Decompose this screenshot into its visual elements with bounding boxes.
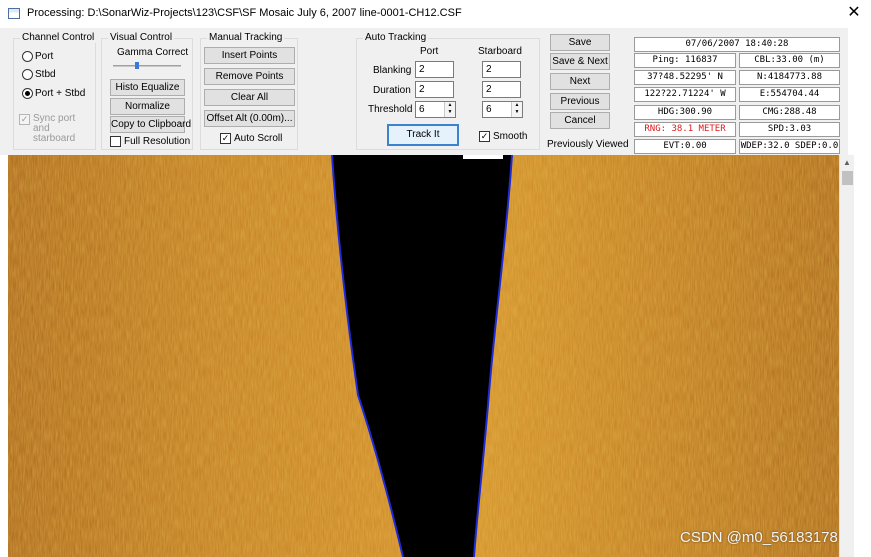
gamma-slider-thumb[interactable] — [135, 62, 139, 69]
northing-readout: N:4184773.88 — [739, 70, 840, 85]
cancel-button[interactable]: Cancel — [550, 112, 610, 129]
sync-port-starboard-checkbox[interactable]: ✓ Sync port and starboard — [19, 114, 85, 144]
radio-port[interactable]: Port — [22, 51, 53, 62]
sync-checkbox-label: Sync port and starboard — [33, 113, 76, 144]
remove-points-button[interactable]: Remove Points — [204, 68, 295, 85]
smooth-checkbox[interactable]: ✓ Smooth — [479, 131, 527, 142]
stbd-threshold-stepper[interactable]: 6 ▲ ▼ — [482, 101, 523, 118]
port-threshold-spin[interactable]: ▲ ▼ — [444, 102, 455, 117]
channel-control-label: Channel Control — [20, 32, 97, 43]
easting-readout: E:554704.44 — [739, 87, 840, 102]
previous-button[interactable]: Previous — [550, 93, 610, 110]
full-resolution-checkbox[interactable]: Full Resolution — [110, 136, 190, 147]
depth-readout: WDEP:32.0 SDEP:0.0 — [739, 139, 840, 154]
window-title: Processing: D:\SonarWiz-Projects\123\CSF… — [27, 7, 462, 19]
event-readout: EVT:0.00 — [634, 139, 736, 154]
heading-readout: HDG:300.90 — [634, 105, 736, 120]
auto-tracking-label: Auto Tracking — [363, 32, 429, 43]
threshold-label: Threshold — [368, 104, 413, 115]
gamma-correct-label: Gamma Correct — [117, 47, 189, 58]
port-duration-input[interactable]: 2 — [415, 81, 454, 98]
auto-scroll-checkbox-box[interactable]: ✓ — [220, 133, 231, 144]
course-made-good-readout: CMG:288.48 — [739, 105, 840, 120]
close-window-button[interactable]: ✕ — [843, 3, 865, 25]
radio-stbd[interactable]: Stbd — [22, 69, 56, 80]
latitude-readout: 37?48.52295' N — [634, 70, 736, 85]
histo-equalize-button[interactable]: Histo Equalize — [110, 79, 185, 96]
scroll-up-icon[interactable]: ▲ — [843, 158, 851, 167]
visual-control-label: Visual Control — [108, 32, 175, 43]
offset-altitude-button[interactable]: Offset Alt (0.00m)... — [204, 110, 295, 127]
scrollbar-thumb[interactable] — [842, 171, 853, 185]
sonar-waterfall-view[interactable] — [8, 155, 839, 557]
radio-port-stbd-label: Port + Stbd — [35, 88, 86, 99]
radio-stbd-label: Stbd — [35, 69, 56, 80]
spin-up-icon[interactable]: ▲ — [512, 102, 522, 109]
port-blanking-input[interactable]: 2 — [415, 61, 454, 78]
stbd-threshold-spin[interactable]: ▲ ▼ — [511, 102, 522, 117]
gamma-slider-track[interactable] — [113, 65, 181, 67]
range-readout: RNG: 38.1 METER — [634, 122, 736, 137]
full-resolution-checkbox-box[interactable] — [110, 136, 121, 147]
save-button[interactable]: Save — [550, 34, 610, 51]
copy-to-clipboard-button[interactable]: Copy to Clipboard — [110, 116, 191, 133]
previously-viewed-label: Previously Viewed — [547, 139, 629, 150]
window-right-edge — [854, 28, 871, 557]
next-button[interactable]: Next — [550, 73, 610, 90]
track-it-button[interactable]: Track It — [387, 124, 459, 146]
app-window-icon — [8, 8, 20, 19]
auto-scroll-checkbox[interactable]: ✓ Auto Scroll — [220, 133, 282, 144]
radio-port-label: Port — [35, 51, 54, 62]
track-marker — [463, 155, 503, 159]
stbd-blanking-input[interactable]: 2 — [482, 61, 521, 78]
radio-port-indicator[interactable] — [22, 51, 33, 62]
auto-scroll-label: Auto Scroll — [234, 133, 283, 144]
normalize-button[interactable]: Normalize — [110, 98, 185, 115]
radio-stbd-indicator[interactable] — [22, 69, 33, 80]
starboard-column-header: Starboard — [478, 46, 522, 57]
ping-readout: Ping: 116837 — [634, 53, 736, 68]
radio-port-stbd-indicator[interactable] — [22, 88, 33, 99]
vertical-scrollbar[interactable]: ▲ — [839, 155, 854, 557]
watermark: CSDN @m0_56183178 — [680, 529, 838, 546]
smooth-checkbox-box[interactable]: ✓ — [479, 131, 490, 142]
full-resolution-label: Full Resolution — [124, 136, 191, 147]
title-bar: Processing: D:\SonarWiz-Projects\123\CSF… — [0, 0, 871, 28]
port-column-header: Port — [420, 46, 439, 57]
cable-length-readout: CBL:33.00 (m) — [739, 53, 840, 68]
spin-down-icon[interactable]: ▼ — [445, 109, 455, 116]
window-left-edge — [0, 155, 8, 557]
datetime-readout: 07/06/2007 18:40:28 — [634, 37, 840, 52]
manual-tracking-label: Manual Tracking — [207, 32, 285, 43]
duration-label: Duration — [373, 85, 411, 96]
smooth-label: Smooth — [493, 131, 528, 142]
port-threshold-value: 6 — [419, 104, 425, 115]
blanking-label: Blanking — [373, 65, 412, 76]
speed-readout: SPD:3.03 — [739, 122, 840, 137]
processing-toolbar: Channel Control Port Stbd Port + Stbd ✓ … — [0, 28, 848, 155]
spin-down-icon[interactable]: ▼ — [512, 109, 522, 116]
clear-all-button[interactable]: Clear All — [204, 89, 295, 106]
longitude-readout: 122?22.71224' W — [634, 87, 736, 102]
sync-checkbox-box[interactable]: ✓ — [19, 114, 30, 125]
stbd-duration-input[interactable]: 2 — [482, 81, 521, 98]
stbd-threshold-value: 6 — [486, 104, 492, 115]
insert-points-button[interactable]: Insert Points — [204, 47, 295, 64]
save-and-next-button[interactable]: Save & Next — [550, 53, 610, 70]
sonar-image — [8, 155, 839, 557]
radio-port-stbd[interactable]: Port + Stbd — [22, 88, 85, 99]
spin-up-icon[interactable]: ▲ — [445, 102, 455, 109]
port-threshold-stepper[interactable]: 6 ▲ ▼ — [415, 101, 456, 118]
